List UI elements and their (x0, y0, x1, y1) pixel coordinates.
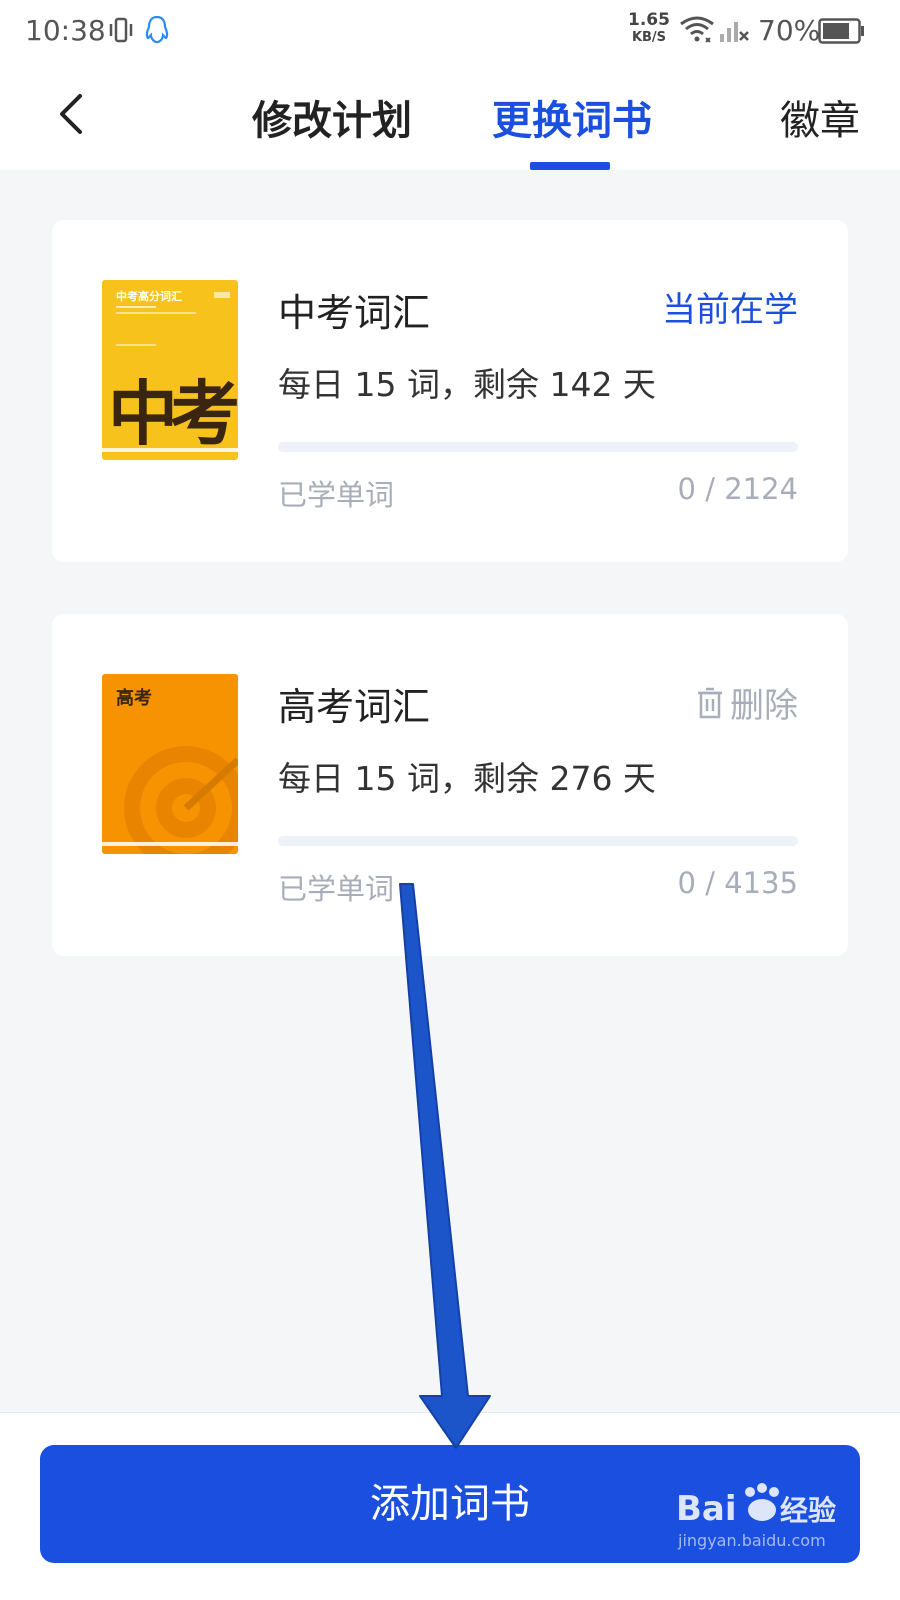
book-title: 高考词汇 (278, 685, 431, 729)
progress-bar (278, 442, 798, 452)
network-speed-value: 1.65 (628, 10, 670, 30)
baidu-jingyan-watermark: Bai 经验 jingyan.baidu.com (676, 1483, 836, 1550)
cover-heading: 中考高分词汇 (116, 289, 182, 303)
learned-words-count: 0 / 2124 (677, 472, 798, 506)
zhongkao-cover-image: 中考高分词汇 中考 (102, 280, 238, 460)
study-plan: 每日 15 词，剩余 276 天 (278, 759, 656, 798)
status-bar: 10:38 1.65 KB/S 70% (0, 0, 900, 64)
tab-badges[interactable]: 徽章 (780, 88, 860, 146)
delete-button[interactable]: 删除 (696, 678, 798, 727)
delete-label: 删除 (730, 686, 798, 726)
battery-percent: 70% (758, 14, 821, 47)
book-cover: 中考高分词汇 中考 (102, 280, 238, 460)
signal-icon (720, 22, 749, 42)
tab-modify-plan[interactable]: 修改计划 (252, 88, 412, 146)
battery-icon (818, 18, 864, 44)
status-time: 10:38 (25, 14, 106, 47)
wifi-icon (680, 16, 714, 43)
learned-words-count: 0 / 4135 (677, 866, 798, 900)
gaokao-cover-image: 高考 (102, 674, 238, 854)
study-plan: 每日 15 词，剩余 142 天 (278, 365, 656, 404)
learned-words-label: 已学单词 (278, 478, 395, 512)
back-icon[interactable] (56, 92, 86, 136)
tab-change-book[interactable]: 更换词书 (492, 88, 652, 146)
book-card[interactable]: 中考高分词汇 中考 中考词汇 当前在学 每日 15 词，剩余 142 天 已学单… (52, 220, 848, 562)
current-studying-badge: 当前在学 (662, 290, 798, 330)
svg-text:Bai: Bai (676, 1489, 737, 1529)
network-speed: 1.65 KB/S (626, 10, 672, 45)
learned-words-label: 已学单词 (278, 872, 395, 906)
qq-icon (145, 15, 169, 44)
trash-icon (698, 687, 722, 718)
cover-big-text: 中考 (108, 373, 237, 455)
active-tab-indicator (530, 162, 610, 170)
network-speed-unit: KB/S (631, 30, 667, 45)
cover-heading: 高考 (116, 687, 152, 709)
svg-text:jingyan.baidu.com: jingyan.baidu.com (677, 1531, 826, 1550)
header: 修改计划 更换词书 徽章 (0, 64, 900, 170)
book-cover: 高考 (102, 674, 238, 854)
book-title: 中考词汇 (278, 291, 431, 335)
progress-bar (278, 836, 798, 846)
vibrate-icon (109, 17, 133, 43)
book-card[interactable]: 高考 高考词汇 删除 每日 15 词，剩余 276 天 已学单词 0 / 413… (52, 614, 848, 956)
svg-text:经验: 经验 (780, 1494, 836, 1527)
